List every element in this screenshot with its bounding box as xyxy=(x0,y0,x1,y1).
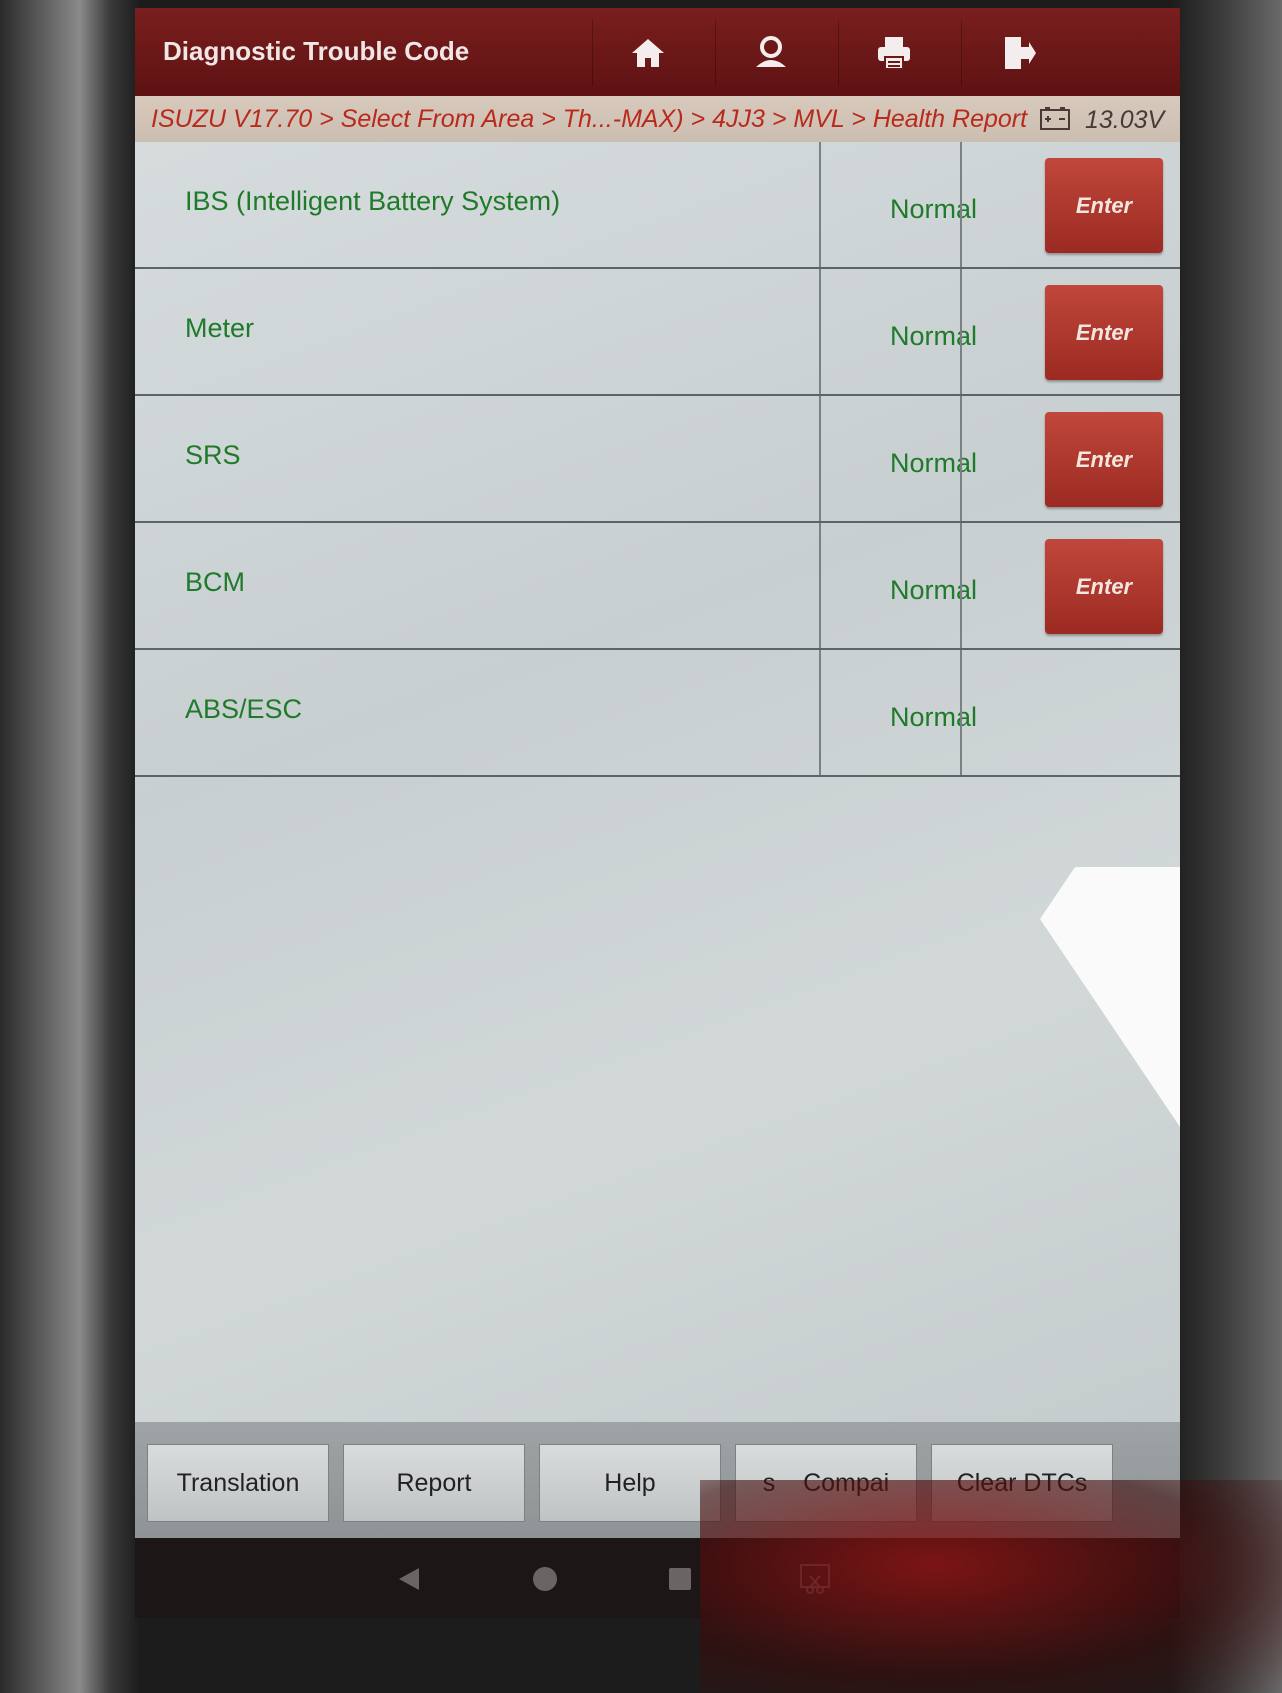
enter-button[interactable]: Enter xyxy=(1045,158,1163,253)
table-row: ABS/ESC Normal xyxy=(135,650,1180,777)
column-divider xyxy=(819,396,821,521)
table-row: Meter Normal Enter xyxy=(135,269,1180,396)
compare-button[interactable]: s Compai xyxy=(735,1444,917,1522)
breadcrumb-bar: ISUZU V17.70 > Select From Area > Th...-… xyxy=(135,96,1180,142)
page-title: Diagnostic Trouble Code xyxy=(163,36,470,66)
battery-icon xyxy=(1040,107,1070,130)
bottom-toolbar: Translation Report Help s Compai Clear D… xyxy=(135,1422,1180,1538)
home-nav-button[interactable] xyxy=(520,1554,570,1604)
enter-button[interactable]: Enter xyxy=(1045,539,1163,634)
screen-glare xyxy=(1040,867,1180,1127)
help-button[interactable]: Help xyxy=(539,1444,721,1522)
system-status: Normal xyxy=(890,321,978,351)
enter-button[interactable]: Enter xyxy=(1045,285,1163,380)
home-icon xyxy=(632,39,664,67)
health-report-list: IBS (Intelligent Battery System) Normal … xyxy=(135,142,1180,1422)
column-divider xyxy=(960,142,962,267)
back-button[interactable] xyxy=(385,1554,435,1604)
screenshot-icon xyxy=(800,1564,830,1594)
column-divider xyxy=(960,523,962,648)
square-icon xyxy=(669,1568,691,1590)
exit-button[interactable] xyxy=(961,20,1072,86)
print-button[interactable] xyxy=(838,20,949,86)
circle-icon xyxy=(533,1567,557,1591)
system-name: IBS (Intelligent Battery System) xyxy=(185,186,561,216)
column-divider xyxy=(960,650,962,775)
table-row: IBS (Intelligent Battery System) Normal … xyxy=(135,142,1180,269)
system-name: Meter xyxy=(185,313,255,343)
back-icon xyxy=(399,1568,419,1590)
table-row: BCM Normal Enter xyxy=(135,523,1180,650)
column-divider xyxy=(819,650,821,775)
breadcrumb: ISUZU V17.70 > Select From Area > Th...-… xyxy=(151,104,1028,133)
screenshot-button[interactable] xyxy=(790,1554,840,1604)
clear-dtcs-button[interactable]: Clear DTCs xyxy=(931,1444,1113,1522)
translation-button[interactable]: Translation xyxy=(147,1444,329,1522)
battery-voltage: 13.03V xyxy=(1085,106,1165,134)
system-status: Normal xyxy=(890,575,978,605)
column-divider xyxy=(819,269,821,394)
system-status: Normal xyxy=(890,702,978,732)
column-divider xyxy=(960,396,962,521)
home-button[interactable] xyxy=(592,20,703,86)
system-status: Normal xyxy=(890,448,978,478)
system-name: SRS xyxy=(185,440,241,470)
exit-icon xyxy=(1005,37,1036,69)
system-name: BCM xyxy=(185,567,245,597)
user-icon xyxy=(756,36,786,67)
report-button[interactable]: Report xyxy=(343,1444,525,1522)
screen: Diagnostic Trouble Code ISUZU V17.70 > S… xyxy=(135,8,1180,1538)
recents-button[interactable] xyxy=(655,1554,705,1604)
print-icon xyxy=(878,37,910,70)
column-divider xyxy=(819,523,821,648)
enter-button[interactable]: Enter xyxy=(1045,412,1163,507)
table-row: SRS Normal Enter xyxy=(135,396,1180,523)
user-button[interactable] xyxy=(715,20,826,86)
title-bar: Diagnostic Trouble Code xyxy=(135,8,1180,96)
android-nav-bar xyxy=(135,1538,1180,1618)
system-name: ABS/ESC xyxy=(185,694,303,724)
system-status: Normal xyxy=(890,194,978,224)
column-divider xyxy=(960,269,962,394)
column-divider xyxy=(819,142,821,267)
